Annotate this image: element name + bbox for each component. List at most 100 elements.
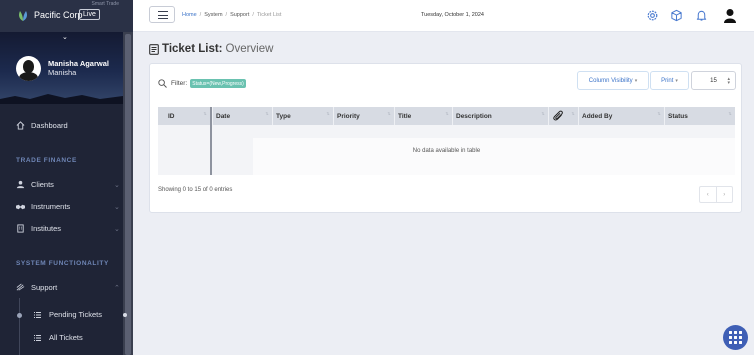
column-resize-handle[interactable] [210, 107, 212, 175]
empty-row-background [253, 138, 735, 175]
sort-icon: ↑↓ [728, 111, 732, 117]
column-header-status[interactable]: Status ↑↓ [664, 107, 735, 125]
column-header-attachment[interactable]: ↑↓ [548, 107, 578, 125]
sidebar-item-dashboard[interactable]: Dashboard [16, 121, 68, 130]
column-label: Type [276, 112, 291, 120]
column-header-date[interactable]: Date ↑↓ [212, 107, 272, 125]
table-info: Showing 0 to 15 of 0 entries [158, 187, 233, 193]
column-label: Priority [337, 112, 360, 120]
select-arrows-icon: ▴ ▾ [727, 76, 730, 86]
list-icon [34, 334, 41, 341]
column-label: Title [398, 112, 412, 120]
sidebar: Smart Trade Pacific Corp Live ⌄ Manisha … [0, 0, 133, 355]
handshake-icon [16, 204, 25, 210]
active-indicator [123, 313, 127, 317]
column-label: Status [668, 112, 688, 120]
breadcrumb-system[interactable]: System [204, 12, 222, 18]
bell-icon[interactable] [695, 9, 708, 22]
sidebar-item-clients[interactable]: Clients ⌄ [16, 180, 120, 189]
chevron-down-icon[interactable]: ⌄ [62, 33, 68, 41]
pager-next-button[interactable]: › [715, 187, 733, 202]
page-title: Ticket List: Overview [149, 43, 273, 55]
chevron-down-icon: ⌄ [114, 225, 120, 233]
list-icon [34, 311, 41, 318]
column-label: Description [456, 112, 492, 120]
users-icon [16, 180, 25, 189]
column-header-title[interactable]: Title ↑↓ [394, 107, 452, 125]
page-size-value: 15 [710, 77, 717, 84]
ticket-list-card: Filter: Status=(New,Progress) Column Vis… [149, 63, 742, 213]
chevron-down-icon: ⌄ [114, 203, 120, 211]
search-filter-icon[interactable] [158, 79, 167, 88]
apps-grid-button[interactable] [723, 325, 748, 350]
column-visibility-button[interactable]: Column Visibility ▾ [577, 71, 649, 90]
column-header-type[interactable]: Type ↑↓ [272, 107, 333, 125]
document-list-icon [149, 43, 159, 55]
sort-icon: ↑↓ [657, 111, 661, 117]
grid-dot-icon [729, 341, 732, 344]
grid-dot-icon [729, 331, 732, 334]
sidebar-item-label: Instruments [31, 202, 71, 211]
breadcrumb-separator: / [225, 12, 228, 18]
grid-dot-icon [734, 331, 737, 334]
empty-table-message: No data available in table [412, 148, 481, 154]
sort-icon: ↑↓ [541, 111, 545, 117]
user-icon[interactable] [723, 8, 737, 23]
top-header: Home / System / Support / Ticket List Tu… [133, 0, 754, 32]
paperclip-icon [553, 110, 563, 121]
sidebar-scrollbar[interactable] [123, 32, 133, 355]
sidebar-item-label: Institutes [31, 224, 62, 233]
breadcrumb-home[interactable]: Home [182, 12, 197, 18]
column-header-description[interactable]: Description ↑↓ [452, 107, 548, 125]
breadcrumb-support[interactable]: Support [230, 12, 249, 18]
sort-icon: ↑↓ [203, 111, 207, 117]
sidebar-item-label: Support [31, 283, 58, 292]
avatar[interactable] [16, 56, 41, 81]
brand-name[interactable]: Pacific Corp [34, 10, 83, 20]
cube-icon[interactable] [670, 9, 683, 22]
pager-prev-button[interactable]: ‹ [700, 187, 716, 202]
page-title-main: Ticket List: [162, 43, 223, 55]
chevron-up-icon: ⌃ [114, 284, 120, 292]
column-label: ID [168, 112, 175, 120]
user-name: Manisha Agarwal [48, 59, 109, 68]
column-label: Date [216, 112, 231, 120]
sort-icon: ↑↓ [571, 111, 575, 117]
sidebar-item-institutes[interactable]: Institutes ⌄ [16, 224, 120, 233]
sidebar-item-label: Dashboard [31, 121, 68, 130]
scrollbar-thumb[interactable] [125, 34, 131, 355]
building-icon [17, 224, 24, 233]
column-header-priority[interactable]: Priority ↑↓ [333, 107, 394, 125]
grid-dot-icon [739, 331, 742, 334]
user-panel: ⌄ Manisha Agarwal Manisha [0, 32, 123, 104]
mountain-decoration [0, 94, 123, 104]
sort-icon: ↑↓ [265, 111, 269, 117]
current-date: Tuesday, October 1, 2024 [421, 12, 484, 18]
table-body: No data available in table [158, 107, 735, 175]
brand-tagline: Smart Trade [91, 1, 119, 7]
table-header: ID ↑↓ Date ↑↓ Type ↑↓ Priority ↑↓ Title ↑↓ De… [158, 107, 735, 125]
filter-chip[interactable]: Status=(New,Progress) [190, 79, 246, 88]
column-header-added-by[interactable]: Added By ↑↓ [578, 107, 664, 125]
print-button[interactable]: Print ▾ [650, 71, 689, 90]
column-label: Added By [582, 112, 613, 120]
leaf-logo-icon [19, 11, 27, 21]
sidebar-subitem-pending-tickets[interactable]: Pending Tickets [34, 310, 102, 319]
sidebar-item-label: Clients [31, 180, 54, 189]
breadcrumb: Home / System / Support / Ticket List [182, 12, 281, 18]
sort-icon: ↑↓ [387, 111, 391, 117]
grid-dot-icon [739, 341, 742, 344]
page-size-select[interactable]: 15 ▴ ▾ [691, 71, 736, 90]
menu-toggle-button[interactable] [149, 6, 175, 23]
sidebar-subitem-label: All Tickets [49, 333, 83, 342]
column-header-id[interactable]: ID ↑↓ [158, 107, 210, 125]
sidebar-item-support[interactable]: Support ⌃ [16, 283, 120, 292]
sidebar-subitem-all-tickets[interactable]: All Tickets [34, 333, 83, 342]
grid-dot-icon [734, 336, 737, 339]
settings-icon[interactable] [646, 9, 659, 22]
sidebar-item-instruments[interactable]: Instruments ⌄ [16, 202, 120, 211]
section-heading-trade-finance: TRADE FINANCE [16, 157, 77, 164]
submenu-bullet [17, 313, 22, 318]
caret-down-icon: ▾ [675, 77, 678, 84]
filter-bar: Filter: Status=(New,Progress) [158, 79, 246, 88]
